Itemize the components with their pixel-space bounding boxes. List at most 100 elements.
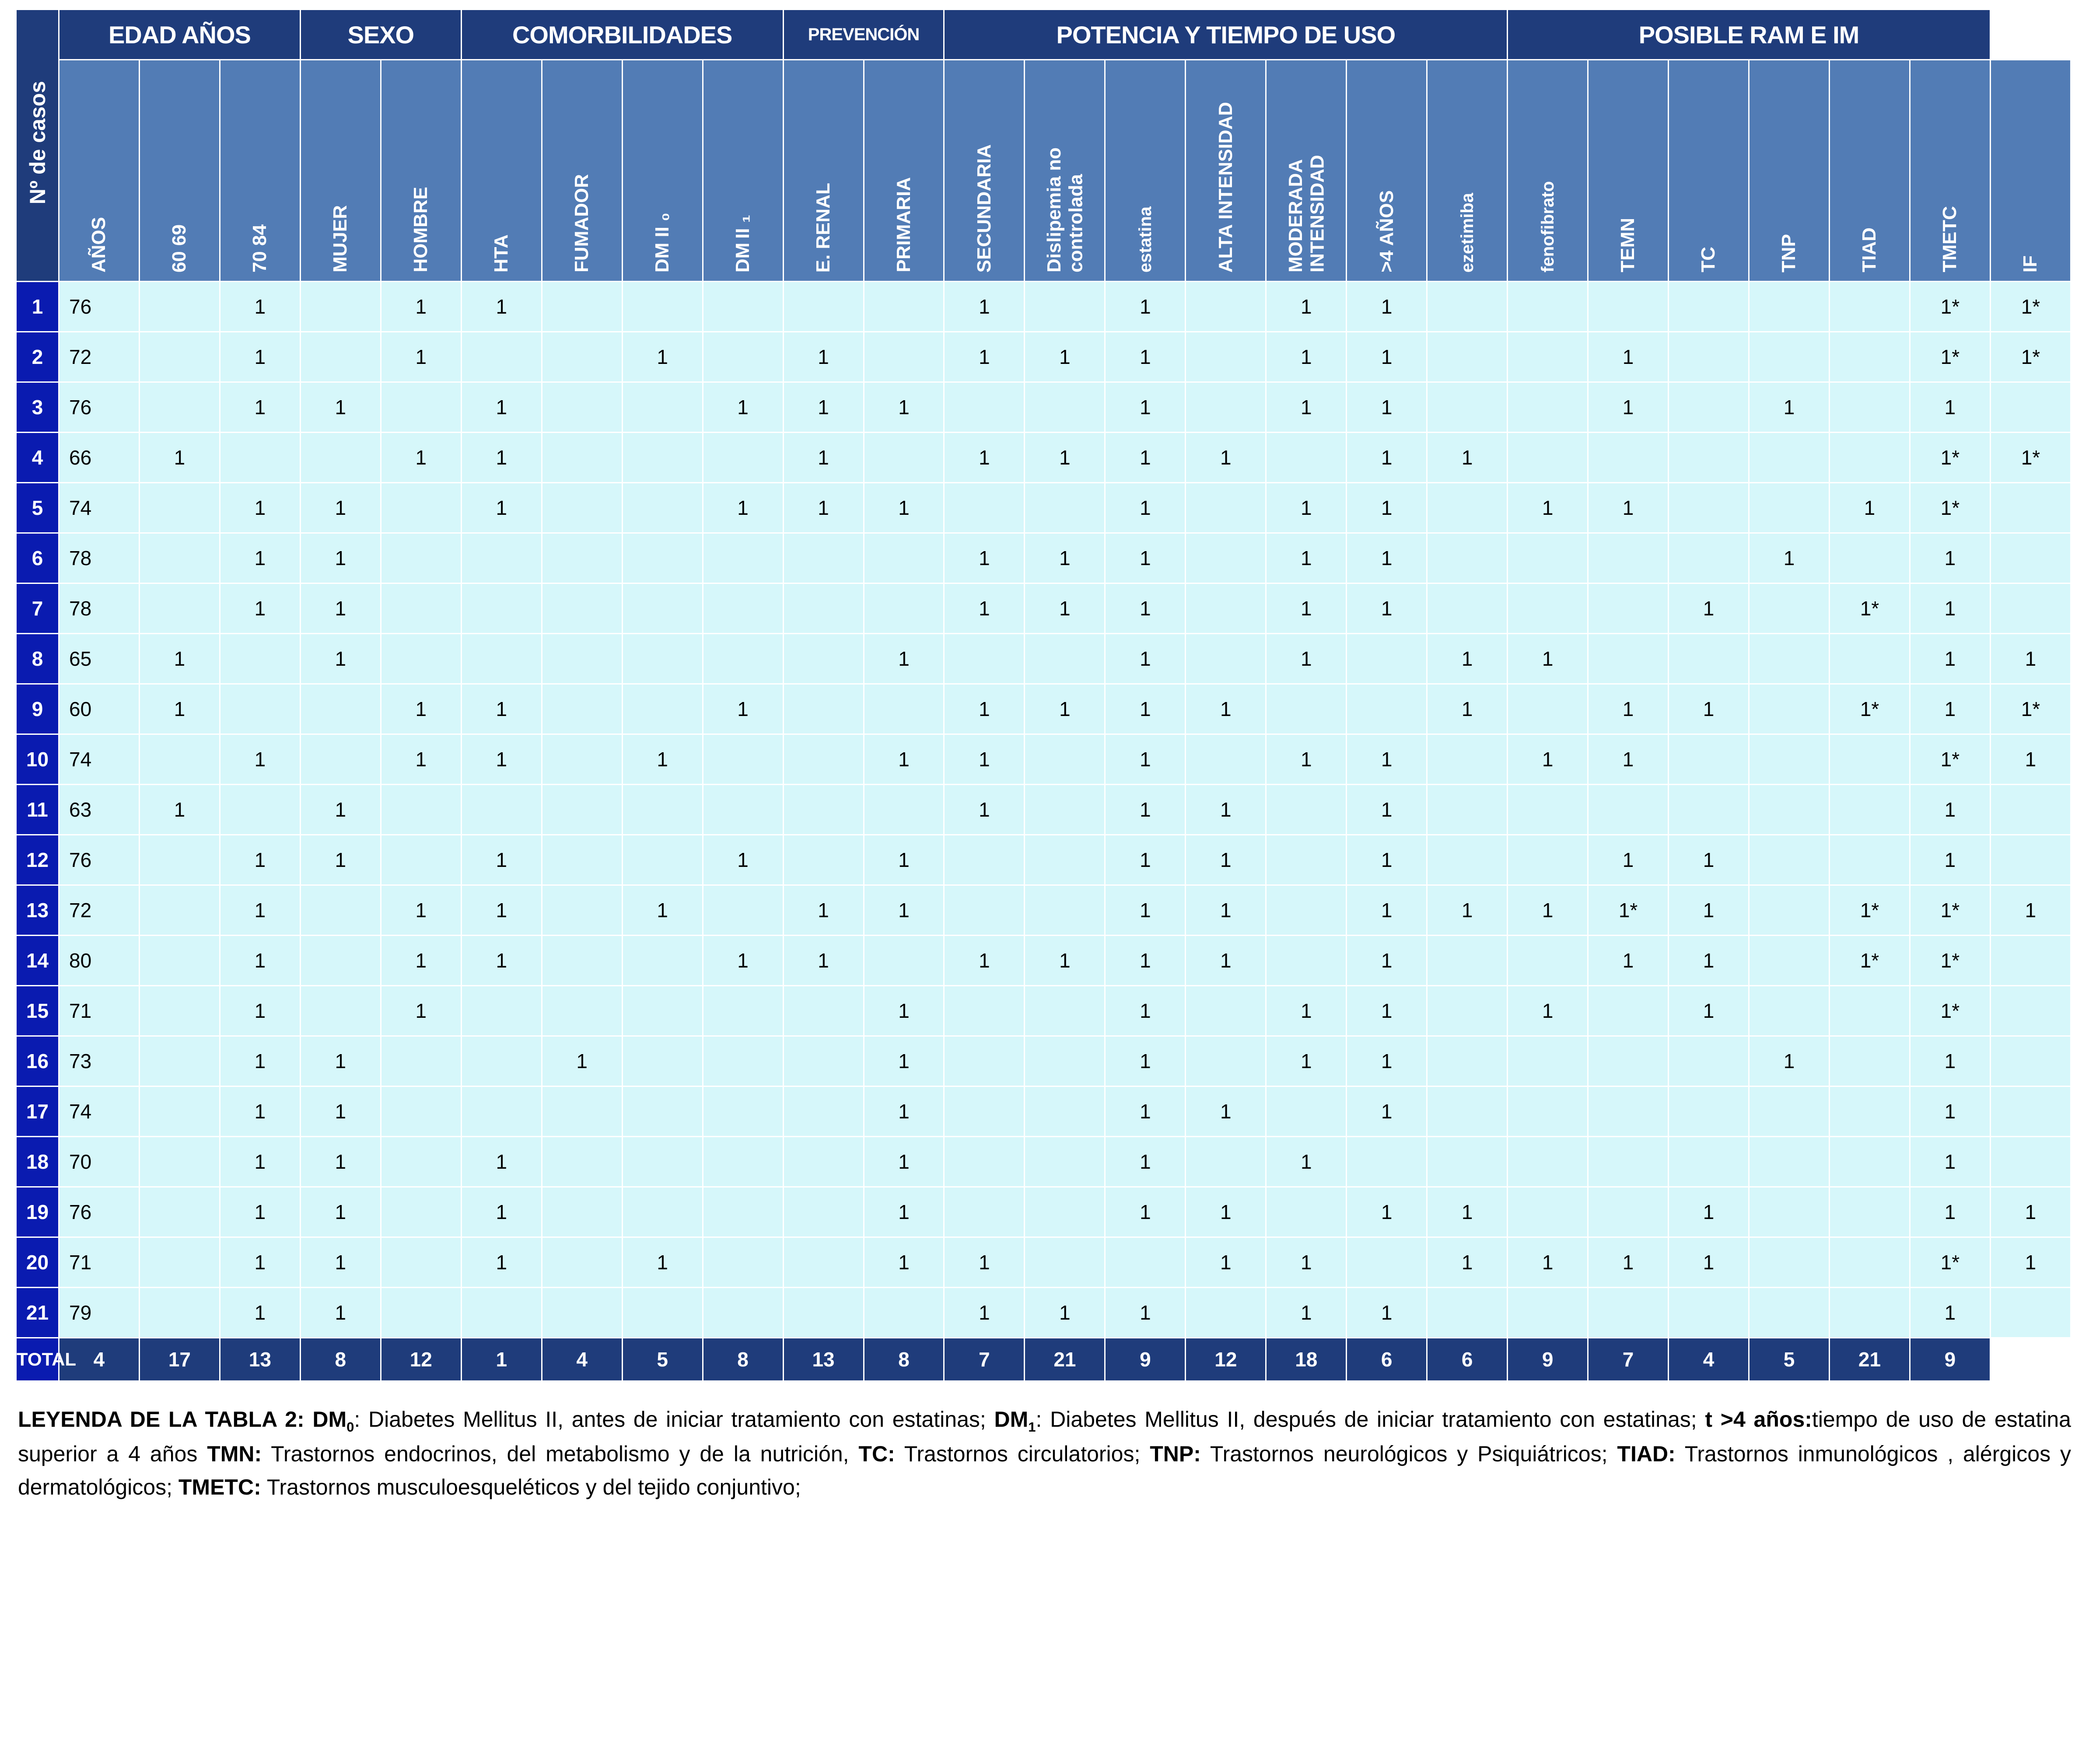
cell-tc: 1	[1669, 886, 1749, 935]
cell-dislipemia	[1025, 835, 1105, 884]
total-ezetimiba: 6	[1347, 1338, 1427, 1380]
legend-title: LEYENDA DE LA TABLA 2:	[18, 1407, 304, 1432]
cell-ezetimiba	[1428, 835, 1507, 884]
cell-e6069	[140, 1087, 219, 1136]
cell-erenal	[784, 1037, 863, 1086]
cell-dm2_0	[623, 282, 702, 331]
cell-dm2_1	[703, 634, 783, 683]
cell-temn	[1589, 1087, 1668, 1136]
cell-if	[1991, 1037, 2070, 1086]
cell-if: 1	[1991, 1238, 2070, 1287]
cell-hta: 1	[462, 282, 541, 331]
cell-anos: 66	[59, 433, 139, 482]
cell-tiad	[1830, 332, 1909, 381]
cell-tiad: 1*	[1830, 584, 1909, 633]
cell-e6069	[140, 1037, 219, 1086]
cell-hta: 1	[462, 936, 541, 985]
cell-if: 1*	[1991, 332, 2070, 381]
cell-tc: 1	[1669, 1188, 1749, 1237]
cell-dm2_1	[703, 1288, 783, 1337]
cell-fumador	[542, 835, 622, 884]
cell-alta	[1186, 534, 1266, 583]
cell-erenal	[784, 584, 863, 633]
table-row: 3 76 1 1 1 1 1 1 1 1 1 1 1 1	[17, 383, 2070, 432]
cell-tnp	[1750, 584, 1829, 633]
cell-alta	[1186, 584, 1266, 633]
cell-erenal: 1	[784, 483, 863, 532]
cell-dislipemia	[1025, 1087, 1105, 1136]
cell-dm2_1: 1	[703, 936, 783, 985]
cell-primaria	[864, 282, 944, 331]
cell-dm2_0	[623, 785, 702, 834]
cell-dislipemia	[1025, 1137, 1105, 1186]
column-header-label-mas4anos: >4 AÑOS	[1375, 190, 1397, 272]
cell-fumador	[542, 936, 622, 985]
column-header-dm2_1: DM II ₁	[703, 60, 783, 281]
row-index: 19	[17, 1188, 58, 1237]
column-header-label-mujer: MUJER	[329, 205, 351, 272]
table-row: 12 76 1 1 1 1 1 1 1 1 1 1 1	[17, 835, 2070, 884]
cell-moderada	[1267, 1087, 1346, 1136]
cell-tnp	[1750, 1288, 1829, 1337]
column-header-row: AÑOS 60 69 70 84 MUJER HOMBRE HTA FUMADOR DM II…	[17, 60, 2070, 281]
row-index: 5	[17, 483, 58, 532]
total-hombre: 8	[301, 1338, 380, 1380]
cell-fenofibrato	[1508, 1137, 1588, 1186]
cell-e6069	[140, 584, 219, 633]
cell-fenofibrato	[1508, 1037, 1588, 1086]
column-header-e6069: 60 69	[140, 60, 219, 281]
cell-dm2_0: 1	[623, 886, 702, 935]
cell-fumador	[542, 1188, 622, 1237]
cell-secundaria	[945, 886, 1024, 935]
cell-primaria: 1	[864, 1137, 944, 1186]
cell-dm2_1	[703, 1188, 783, 1237]
legend-tmn-key: TMN:	[207, 1442, 262, 1467]
cell-alta	[1186, 986, 1266, 1035]
total-hta: 12	[381, 1338, 461, 1380]
cell-tmetc: 1	[1910, 835, 1990, 884]
cell-estatina: 1	[1106, 1288, 1185, 1337]
cell-tiad	[1830, 383, 1909, 432]
cell-tc	[1669, 1087, 1749, 1136]
column-header-e7084: 70 84	[220, 60, 300, 281]
cell-dm2_1	[703, 282, 783, 331]
cell-dislipemia	[1025, 483, 1105, 532]
cell-mas4anos: 1	[1347, 483, 1427, 532]
cell-hta: 1	[462, 1238, 541, 1287]
cell-estatina: 1	[1106, 634, 1185, 683]
legend-t4-key: t >4 años:	[1705, 1407, 1812, 1432]
group-header-3: PREVENCIÓN	[784, 10, 944, 59]
column-header-label-hta: HTA	[490, 234, 512, 272]
group-header-2: COMORBILIDADES	[462, 10, 783, 59]
cell-if	[1991, 936, 2070, 985]
cell-tc: 1	[1669, 835, 1749, 884]
cell-moderada: 1	[1267, 1137, 1346, 1186]
cell-dm2_1	[703, 735, 783, 784]
cell-ezetimiba	[1428, 735, 1507, 784]
cell-tmetc: 1*	[1910, 1238, 1990, 1287]
row-index: 11	[17, 785, 58, 834]
cell-secundaria: 1	[945, 735, 1024, 784]
cell-hombre: 1	[381, 282, 461, 331]
cell-dm2_1: 1	[703, 383, 783, 432]
cell-primaria	[864, 332, 944, 381]
legend-dm1-subscript: 1	[1028, 1419, 1036, 1435]
table-row: 11 63 1 1 1 1 1 1 1	[17, 785, 2070, 834]
cell-secundaria	[945, 1137, 1024, 1186]
cell-mujer	[301, 886, 380, 935]
cell-secundaria: 1	[945, 1288, 1024, 1337]
table-foot: TOTAL 4 17 13 8 12 1 4 5 8 13 8 7 21 9 12 18 6 6 9 7 4 5 21 9	[17, 1338, 2070, 1380]
legend-dm1-key: DM	[994, 1407, 1029, 1432]
column-header-label-hombre: HOMBRE	[410, 187, 432, 272]
cell-fumador	[542, 383, 622, 432]
cell-e6069	[140, 886, 219, 935]
cell-alta: 1	[1186, 785, 1266, 834]
table-row: 18 70 1 1 1 1 1 1 1	[17, 1137, 2070, 1186]
cell-erenal	[784, 835, 863, 884]
cell-tnp	[1750, 735, 1829, 784]
cell-anos: 80	[59, 936, 139, 985]
cell-e6069	[140, 735, 219, 784]
total-erenal: 8	[703, 1338, 783, 1380]
cell-estatina: 1	[1106, 886, 1185, 935]
cell-erenal	[784, 986, 863, 1035]
